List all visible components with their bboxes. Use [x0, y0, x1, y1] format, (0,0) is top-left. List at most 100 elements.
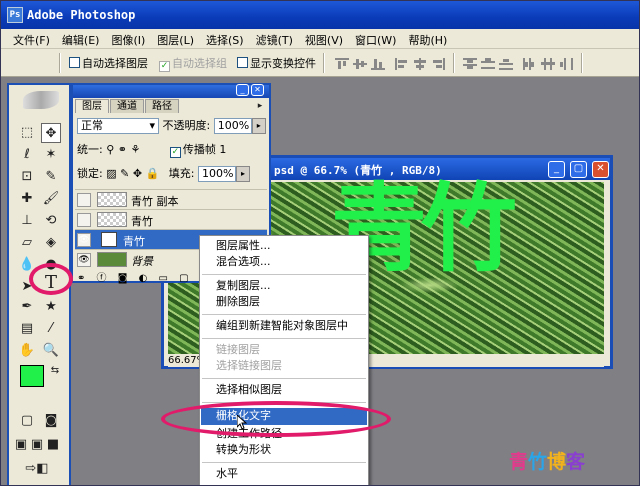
lock-row: 锁定: ▨ ✎ ✥ 🔒 填充: 100% ▸ [77, 165, 250, 182]
menu-window[interactable]: 窗口(W) [349, 29, 402, 49]
screen-mode-full-icon[interactable]: ■ [45, 435, 61, 455]
history-brush-tool-icon[interactable]: ⟲ [41, 211, 61, 231]
custom-shape-tool-icon[interactable]: ★ [41, 297, 61, 317]
layer-thumbnail [97, 252, 127, 267]
layer-row[interactable]: 青竹 副本 [75, 189, 267, 209]
brush-tool-icon[interactable]: 🖌 [41, 189, 61, 209]
propagate-frame-label: 传播帧 1 [182, 143, 227, 156]
zoom-tool-icon[interactable]: 🔍 [41, 341, 61, 361]
hand-tool-icon[interactable]: ✋ [17, 341, 37, 361]
menu-filter[interactable]: 滤镜(T) [250, 29, 299, 49]
menu-item-convert-to-shape[interactable]: 转换为形状 [216, 442, 271, 458]
paint-bucket-tool-icon[interactable]: ◈ [41, 233, 61, 253]
layers-footer-icons[interactable]: ⚭ ⓕ ◙ ◐ ▭ ▢ 🗑 [77, 269, 216, 284]
move-tool-icon[interactable]: ✥ [41, 123, 61, 143]
menu-help[interactable]: 帮助(H) [402, 29, 453, 49]
distribute-hcenter-icon[interactable] [541, 58, 555, 70]
marquee-tool-icon[interactable]: ⬚ [17, 123, 37, 143]
unify-position-icon[interactable]: ⚲ [106, 143, 114, 156]
lasso-tool-icon[interactable]: ℓ [17, 145, 37, 165]
crop-tool-icon[interactable]: ⊡ [17, 167, 37, 187]
panel-minimize-icon[interactable]: _ [236, 84, 249, 96]
menu-separator [202, 314, 366, 315]
menu-view[interactable]: 视图(V) [299, 29, 349, 49]
clone-stamp-tool-icon[interactable]: ⊥ [17, 211, 37, 231]
menu-separator [202, 462, 366, 463]
menu-item-select-linked: 选择链接图层 [216, 359, 282, 372]
screen-mode-standard-icon[interactable]: ▣ [13, 435, 29, 455]
auto-select-layer-checkbox[interactable]: 自动选择图层 [69, 55, 148, 71]
unify-visibility-icon[interactable]: ⚭ [118, 143, 127, 156]
distribute-bottom-icon[interactable] [499, 58, 513, 70]
auto-select-group-checkbox[interactable]: 自动选择组 [159, 55, 227, 72]
unify-style-icon[interactable]: ⚘ [131, 143, 141, 156]
watermark-char: 竹 [528, 451, 548, 473]
magic-wand-tool-icon[interactable]: ✶ [41, 145, 61, 165]
chevron-down-icon: ▾ [149, 119, 155, 132]
panel-menu-icon[interactable]: ▸ [253, 99, 267, 113]
menu-item-link-layers: 链接图层 [216, 343, 260, 356]
visibility-toggle-icon[interactable] [77, 213, 91, 227]
maximize-icon[interactable]: ▢ [570, 161, 587, 178]
propagate-frame-checkbox[interactable]: 传播帧 1 [169, 143, 227, 158]
menu-item-duplicate-layer[interactable]: 复制图层... [216, 278, 271, 294]
lock-position-icon[interactable]: ✥ [133, 167, 142, 180]
distribute-vcenter-icon[interactable] [481, 58, 495, 70]
show-transform-controls-checkbox[interactable]: 显示变换控件 [237, 55, 316, 71]
menu-item-horizontal[interactable]: 水平 [216, 466, 238, 482]
menu-layer[interactable]: 图层(L) [151, 29, 200, 49]
tab-channels[interactable]: 通道 [110, 99, 144, 113]
eye-icon[interactable]: 👁 [77, 233, 91, 247]
menu-item-group-smart-object[interactable]: 编组到新建智能对象图层中 [216, 318, 348, 334]
fill-arrow-icon[interactable]: ▸ [235, 166, 250, 182]
tab-paths[interactable]: 路径 [145, 99, 179, 113]
foreground-color-swatch[interactable] [20, 365, 44, 387]
close-icon[interactable]: ✕ [592, 161, 609, 178]
jump-to-imageready-icon[interactable]: ⇨◧ [17, 459, 57, 479]
distribute-right-icon[interactable] [559, 58, 573, 70]
layer-row[interactable]: 青竹 [75, 209, 267, 229]
menu-item-delete-layer[interactable]: 删除图层 [216, 294, 260, 310]
quick-mask-mode-icon[interactable]: ◙ [41, 411, 61, 431]
lock-label: 锁定: [77, 167, 103, 180]
eye-icon[interactable]: 👁 [77, 253, 91, 267]
notes-tool-icon[interactable]: ▤ [17, 319, 37, 339]
visibility-toggle-icon[interactable] [77, 193, 91, 207]
unify-row: 统一: ⚲ ⚭ ⚘ 传播帧 1 [77, 141, 226, 158]
fill-input[interactable]: 100% [197, 166, 236, 182]
panel-close-icon[interactable]: ✕ [251, 84, 264, 96]
distribute-left-icon[interactable] [523, 58, 537, 70]
slice-tool-icon[interactable]: ✎ [41, 167, 61, 187]
standard-mode-icon[interactable]: ▢ [17, 411, 37, 431]
tab-layers[interactable]: 图层 [75, 99, 109, 113]
menu-file[interactable]: 文件(F) [7, 29, 56, 49]
opacity-input[interactable]: 100% [213, 118, 252, 134]
eyedropper-tool-icon[interactable]: ⁄ [41, 319, 61, 339]
options-separator [453, 53, 455, 73]
minimize-icon[interactable]: _ [548, 161, 565, 178]
distribute-top-icon[interactable] [463, 58, 477, 70]
blend-mode-select[interactable]: 正常 ▾ [77, 118, 159, 134]
align-bottom-icon[interactable] [371, 58, 385, 70]
menu-item-blending-options[interactable]: 混合选项... [216, 254, 271, 270]
watermark-char: 博 [547, 451, 567, 473]
healing-brush-tool-icon[interactable]: ✚ [17, 189, 37, 209]
screen-mode-full-menu-icon[interactable]: ▣ [29, 435, 45, 455]
align-vcenter-icon[interactable] [353, 58, 367, 70]
lock-image-icon[interactable]: ✎ [120, 167, 129, 180]
align-top-icon[interactable] [335, 58, 349, 70]
opacity-arrow-icon[interactable]: ▸ [251, 118, 266, 134]
menu-edit[interactable]: 编辑(E) [56, 29, 106, 49]
lock-all-icon[interactable]: 🔒 [146, 167, 160, 180]
eraser-tool-icon[interactable]: ▱ [17, 233, 37, 253]
align-right-icon[interactable] [431, 58, 445, 70]
align-left-icon[interactable] [395, 58, 409, 70]
pen-tool-icon[interactable]: ✒ [17, 297, 37, 317]
menu-item-layer-properties[interactable]: 图层属性... [216, 238, 271, 254]
menu-item-select-similar[interactable]: 选择相似图层 [216, 382, 282, 398]
menu-image[interactable]: 图像(I) [105, 29, 151, 49]
align-hcenter-icon[interactable] [413, 58, 427, 70]
lock-transparency-icon[interactable]: ▨ [106, 167, 116, 180]
menu-select[interactable]: 选择(S) [200, 29, 250, 49]
swap-colors-icon[interactable]: ⇆ [45, 361, 65, 381]
